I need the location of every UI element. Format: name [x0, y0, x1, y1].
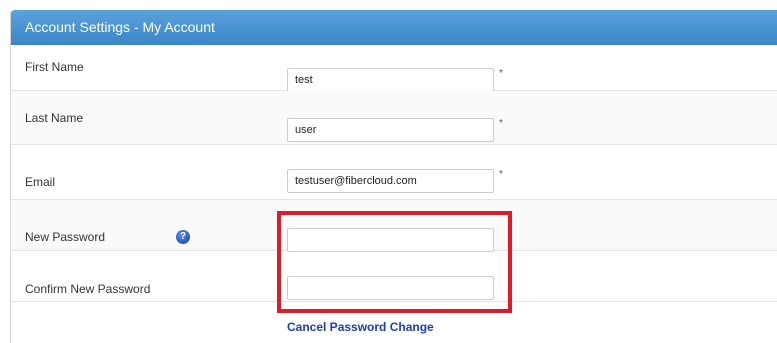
last-name-required-mark: *: [499, 118, 503, 129]
cancel-password-change-link[interactable]: Cancel Password Change: [287, 320, 434, 334]
account-settings-panel: Account Settings - My Account First Name…: [10, 10, 777, 343]
email-input[interactable]: [287, 169, 494, 193]
form-row-first-name: First Name *: [11, 45, 777, 92]
new-password-label: New Password: [25, 230, 106, 244]
highlight-annotation-box: [277, 211, 512, 313]
confirm-password-label: Confirm New Password: [25, 282, 151, 296]
question-icon[interactable]: ?: [176, 230, 190, 244]
form-row-last-name: Last Name *: [11, 91, 777, 145]
first-name-label: First Name: [25, 60, 84, 74]
last-name-label: Last Name: [25, 111, 84, 125]
form-row-email: Email *: [11, 145, 777, 200]
last-name-input[interactable]: [287, 118, 494, 142]
first-name-required-mark: *: [499, 68, 503, 79]
panel-title: Account Settings - My Account: [11, 10, 777, 45]
first-name-input[interactable]: [287, 68, 494, 92]
email-label: Email: [25, 175, 56, 189]
email-required-mark: *: [499, 169, 503, 180]
